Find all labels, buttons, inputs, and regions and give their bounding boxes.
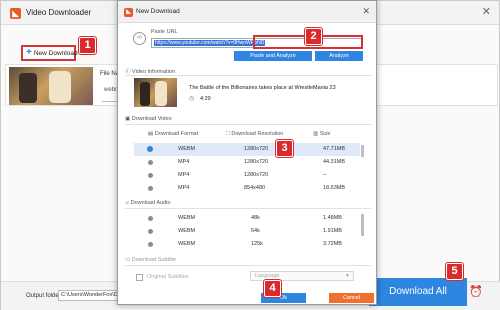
dialog-title-bar: ◣ New Download ✕: [118, 1, 376, 23]
video-title: The Battle of the Billionaires takes pla…: [189, 85, 336, 91]
row-highlight-anchor: [256, 140, 272, 156]
divider: [125, 265, 371, 266]
cancel-button[interactable]: Cancel: [329, 293, 374, 303]
selected-check-icon: [147, 146, 153, 152]
col-resolution-header: ⛶ Download Resolution: [226, 131, 284, 137]
col-size-header: ▥ Size: [313, 131, 331, 137]
divider: [125, 208, 371, 209]
step-marker-3: 3: [275, 139, 294, 158]
radio-dot-icon: [148, 173, 153, 178]
video-list-scrollbar[interactable]: [361, 145, 364, 157]
app-title: Video Downloader: [26, 8, 92, 17]
radio-dot-icon: [148, 186, 153, 191]
plus-icon: +: [26, 47, 32, 58]
link-icon: ∞: [133, 32, 146, 45]
step-marker-2: 2: [304, 27, 323, 46]
close-icon[interactable]: ✕: [482, 5, 491, 18]
original-subtitles-checkbox[interactable]: [136, 274, 143, 281]
video-row[interactable]: MP4 1280x720 44.31MB: [134, 156, 360, 169]
format-icon: ▤: [148, 131, 155, 137]
download-all-button[interactable]: Download All: [369, 278, 467, 306]
download-audio-heading: ♫ Download Audio: [125, 200, 171, 206]
paste-and-analyze-button[interactable]: Paste and Analyze: [234, 51, 312, 61]
col-format-header: ▤ Download Format: [148, 131, 199, 137]
analyze-button[interactable]: Analyze: [315, 51, 363, 61]
chevron-down-icon: ▼: [345, 273, 350, 279]
output-folder-label: Output folder:: [26, 293, 63, 299]
paste-url-label: Paste URL: [151, 29, 178, 35]
new-download-button[interactable]: + New Download: [21, 45, 78, 61]
step-marker-4: 4: [263, 279, 282, 298]
subtitle-icon: ▭: [125, 257, 132, 263]
video-duration: 4:29: [200, 96, 211, 102]
radio-dot-icon: [148, 216, 153, 221]
video-info-heading: ⓘ Video Information: [125, 69, 176, 75]
divider: [125, 124, 371, 125]
video-thumbnail: [9, 67, 93, 105]
size-icon: ▥: [313, 131, 320, 137]
dialog-title: New Download: [136, 8, 180, 15]
audio-row[interactable]: WEBM 64k 1.91MB: [134, 225, 360, 238]
audio-row[interactable]: WEBM 48k 1.48MB: [134, 212, 360, 225]
original-subtitles-label: Original Subtitles: [147, 274, 189, 280]
radio-dot-icon: [148, 242, 153, 247]
dialog-logo-icon: ◣: [124, 8, 133, 17]
video-row[interactable]: WEBM 1280x720 47.71MB: [134, 143, 360, 156]
url-text: https://www.youtube.com/watch?v=9HwnWRbN…: [154, 40, 266, 46]
step-marker-5: 5: [445, 262, 464, 281]
language-select-value: Language: [255, 273, 280, 279]
video-row[interactable]: MP4 854x480 18.63MB: [134, 182, 360, 195]
audio-list-scrollbar[interactable]: [361, 214, 364, 236]
film-icon: ▣: [125, 116, 132, 122]
alarm-clock-icon[interactable]: ⏰: [469, 285, 483, 299]
step-marker-1: 1: [78, 36, 97, 55]
download-subtitle-heading: ▭ Download Subtitle: [125, 257, 177, 263]
clock-icon: ◷: [189, 96, 195, 102]
radio-dot-icon: [148, 229, 153, 234]
audio-row[interactable]: WEBM 125k 3.72MB: [134, 238, 360, 251]
audio-format-list: WEBM 48k 1.48MB WEBM 64k 1.91MB WEBM 125…: [134, 212, 366, 251]
video-format-list: WEBM 1280x720 47.71MB MP4 1280x720 44.31…: [134, 143, 366, 195]
dialog-close-icon[interactable]: ✕: [362, 6, 370, 17]
new-download-label: New Download: [33, 49, 78, 57]
divider: [125, 75, 371, 76]
download-video-heading: ▣ Download Video: [125, 116, 172, 122]
radio-dot-icon: [148, 160, 153, 165]
app-logo-icon: ◣: [10, 8, 21, 19]
video-info-thumbnail: [134, 78, 177, 107]
video-row[interactable]: MP4 1280x720 --: [134, 169, 360, 182]
